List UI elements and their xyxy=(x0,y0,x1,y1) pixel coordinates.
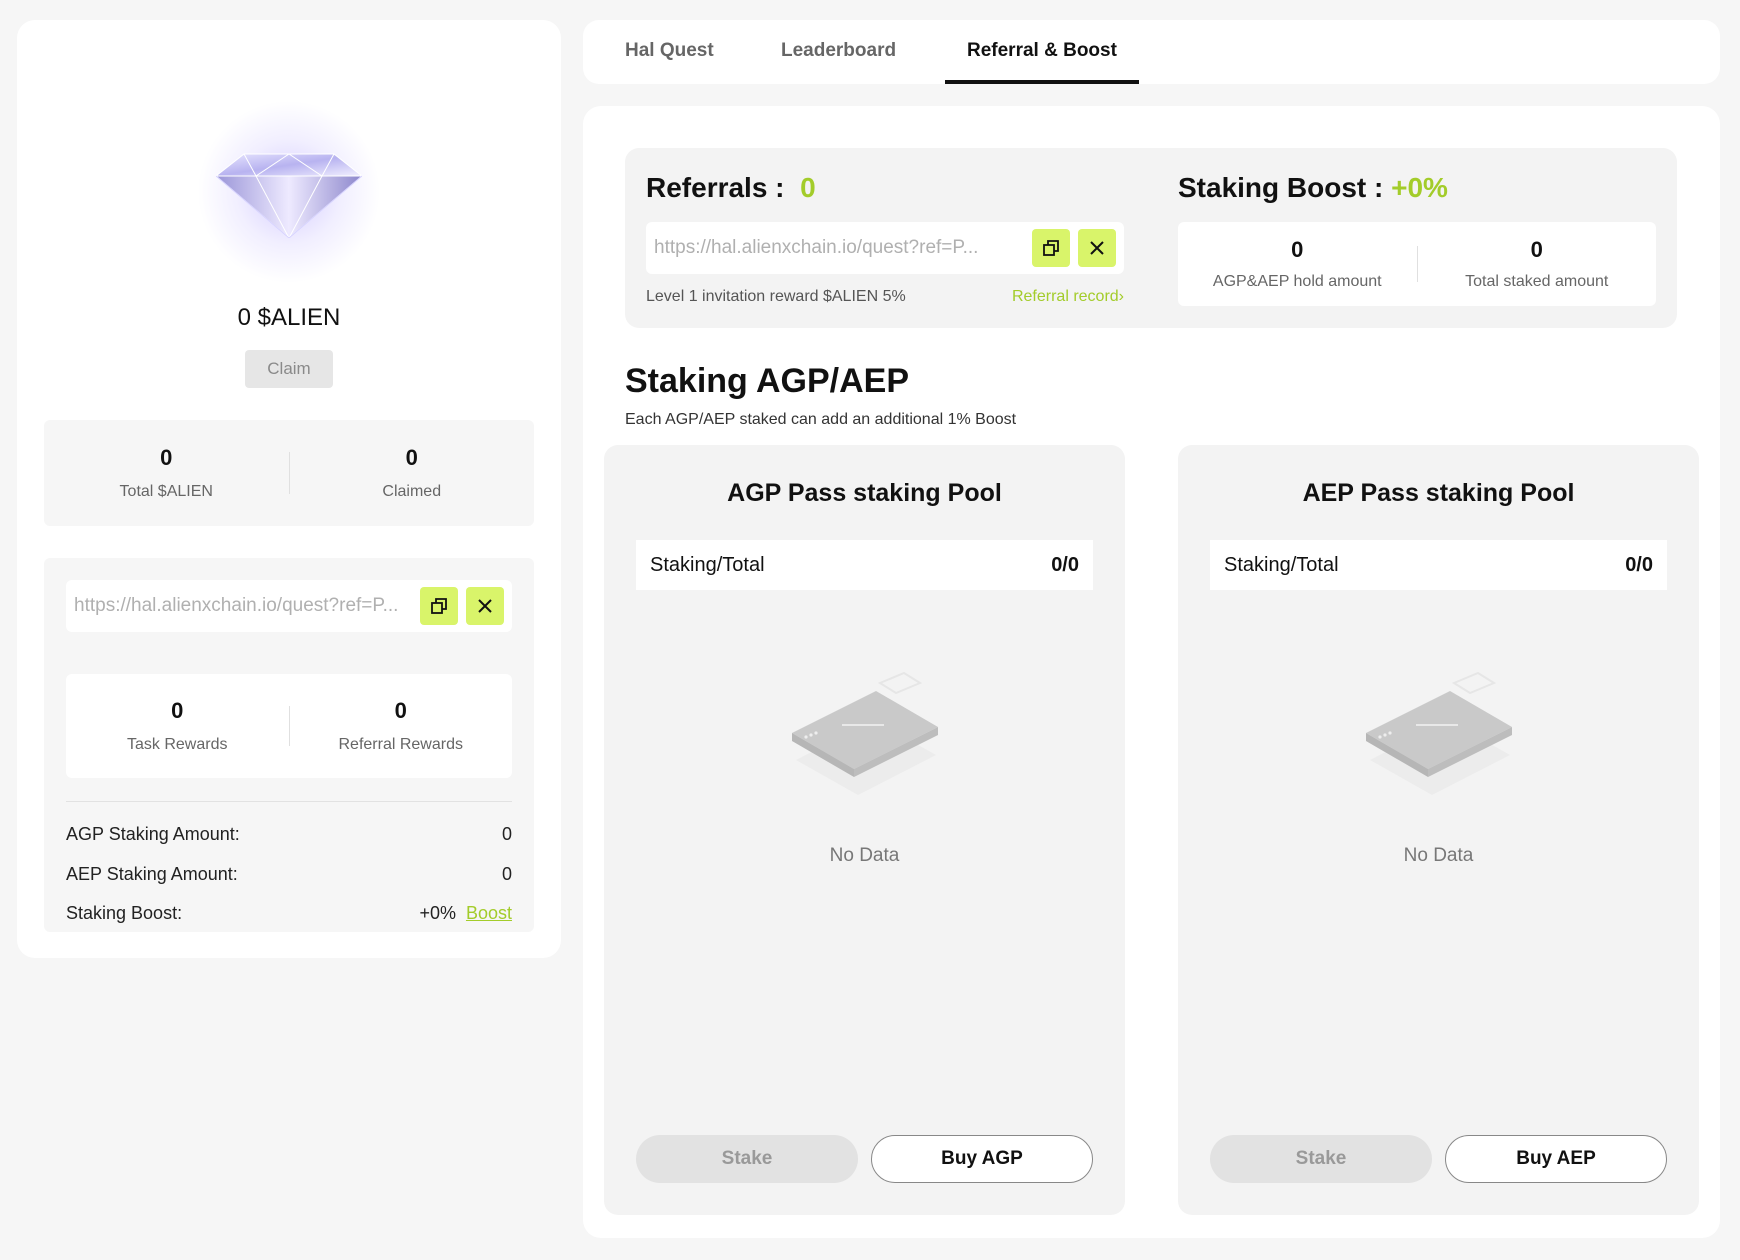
alien-balance: 0 $ALIEN xyxy=(237,304,341,331)
stake-button[interactable]: Stake xyxy=(636,1135,858,1183)
referral-overview: Referrals : 0 Level 1 invitation reward … xyxy=(625,148,1677,328)
no-data-text: No Data xyxy=(829,845,900,866)
staking-total-label: Staking/Total xyxy=(1224,553,1339,576)
claimed-label: Claimed xyxy=(382,483,442,500)
rewards-stats: 0 Task Rewards 0 Referral Rewards xyxy=(66,674,512,778)
referrals-count: 0 xyxy=(800,172,816,203)
active-tab-indicator xyxy=(945,80,1139,84)
referral-link-field[interactable] xyxy=(654,237,1032,259)
hold-amount-value: 0 xyxy=(1291,237,1304,262)
alien-stats: 0 Total $ALIEN 0 Claimed xyxy=(44,420,534,526)
copy-icon xyxy=(1043,240,1059,256)
aep-staking-label: AEP Staking Amount: xyxy=(66,864,238,884)
claim-button[interactable]: Claim xyxy=(245,350,333,388)
share-x-button[interactable] xyxy=(466,587,504,625)
referral-link-row xyxy=(66,580,512,632)
staking-boost-value-group: +0% Boost xyxy=(419,903,512,924)
total-alien-value: 0 xyxy=(160,445,173,470)
staking-boost-row: Staking Boost: +0% Boost xyxy=(66,903,512,924)
copy-button[interactable] xyxy=(420,587,458,625)
tab-leaderboard[interactable]: Leaderboard xyxy=(781,40,896,62)
referral-rewards-label: Referral Rewards xyxy=(338,736,463,753)
claimed-value: 0 xyxy=(405,445,418,470)
staked-amount-stat: 0 Total staked amount xyxy=(1418,222,1657,306)
share-x-button[interactable] xyxy=(1078,229,1116,267)
x-logo-icon xyxy=(1090,241,1104,255)
task-rewards-label: Task Rewards xyxy=(127,736,228,753)
staking-total-row: Staking/Total 0/0 xyxy=(636,540,1093,590)
referral-rewards-value: 0 xyxy=(394,698,407,723)
staking-total-row: Staking/Total 0/0 xyxy=(1210,540,1667,590)
aep-pool-card: AEP Pass staking Pool Staking/Total 0/0 … xyxy=(1178,445,1699,1215)
empty-card-icon xyxy=(792,671,938,795)
pool-title: AGP Pass staking Pool xyxy=(727,479,1002,507)
buy-aep-button[interactable]: Buy AEP xyxy=(1445,1135,1667,1183)
empty-card-icon xyxy=(1366,671,1512,795)
referral-link-field[interactable] xyxy=(74,595,420,617)
staking-boost-title-label: Staking Boost : xyxy=(1178,172,1384,203)
boost-stats: 0 AGP&AEP hold amount 0 Total staked amo… xyxy=(1178,222,1656,306)
staking-total-value: 0/0 xyxy=(1051,553,1079,576)
task-rewards-value: 0 xyxy=(171,698,184,723)
staking-total-label: Staking/Total xyxy=(650,553,765,576)
hold-amount-stat: 0 AGP&AEP hold amount xyxy=(1178,222,1417,306)
referral-summary: 0 Task Rewards 0 Referral Rewards AGP St… xyxy=(44,558,534,932)
staked-amount-label: Total staked amount xyxy=(1465,273,1609,290)
aep-staking-value: 0 xyxy=(501,864,512,884)
staking-subtitle: Each AGP/AEP staked can add an additiona… xyxy=(625,411,1017,428)
tab-referral-boost[interactable]: Referral & Boost xyxy=(967,40,1117,62)
no-data-text: No Data xyxy=(1403,845,1474,866)
stake-button[interactable]: Stake xyxy=(1210,1135,1432,1183)
referral-record-link[interactable]: Referral record› xyxy=(1012,288,1124,306)
profile-panel: 0 $ALIEN Claim 0 Total $ALIEN 0 Claimed … xyxy=(17,20,561,958)
referral-rewards-stat: 0 Referral Rewards xyxy=(290,674,513,778)
agp-staking-row: AGP Staking Amount: 0 xyxy=(66,824,512,845)
total-alien-stat: 0 Total $ALIEN xyxy=(44,420,289,526)
copy-icon xyxy=(431,598,447,614)
x-logo-icon xyxy=(478,599,492,613)
divider xyxy=(66,801,512,802)
diamond-icon xyxy=(197,100,381,284)
task-rewards-stat: 0 Task Rewards xyxy=(66,674,289,778)
staking-total-value: 0/0 xyxy=(1625,553,1653,576)
total-alien-label: Total $ALIEN xyxy=(119,483,213,500)
staking-boost-percent: +0% xyxy=(1391,172,1448,203)
hold-amount-label: AGP&AEP hold amount xyxy=(1212,273,1382,290)
referrals-title: Referrals : 0 xyxy=(646,172,816,204)
referral-boost-panel: Referrals : 0 Level 1 invitation reward … xyxy=(583,106,1720,1238)
tab-bar: Hal Quest Leaderboard Referral & Boost xyxy=(583,20,1720,84)
staked-amount-value: 0 xyxy=(1530,237,1543,262)
pool-title: AEP Pass staking Pool xyxy=(1302,479,1575,507)
invitation-reward-text: Level 1 invitation reward $ALIEN 5% xyxy=(646,288,906,305)
agp-staking-label: AGP Staking Amount: xyxy=(66,824,240,844)
staking-title: Staking AGP/AEP xyxy=(625,362,910,400)
tab-hal-quest[interactable]: Hal Quest xyxy=(625,40,714,62)
staking-boost-label: Staking Boost: xyxy=(66,903,183,923)
buy-agp-button[interactable]: Buy AGP xyxy=(871,1135,1093,1183)
agp-staking-value: 0 xyxy=(501,824,512,844)
claimed-stat: 0 Claimed xyxy=(290,420,535,526)
referral-link-row xyxy=(646,222,1124,274)
copy-button[interactable] xyxy=(1032,229,1070,267)
referrals-title-label: Referrals : xyxy=(646,172,785,203)
staking-boost-title: Staking Boost : +0% xyxy=(1178,172,1448,204)
boost-link[interactable]: Boost xyxy=(466,903,512,923)
staking-boost-value: +0% xyxy=(419,903,456,923)
aep-staking-row: AEP Staking Amount: 0 xyxy=(66,864,512,885)
agp-pool-card: AGP Pass staking Pool Staking/Total 0/0 … xyxy=(604,445,1125,1215)
